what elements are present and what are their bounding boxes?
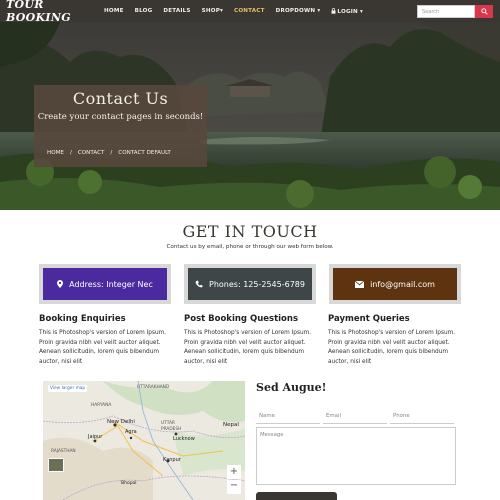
page-subtitle: Create your contact pages in seconds! xyxy=(37,112,204,122)
map-label: Jaipur xyxy=(88,434,103,440)
phone-card: Phones: 125-2545-6789 xyxy=(184,264,316,304)
email-placeholder: Email xyxy=(326,413,341,419)
column-text: This is Photoshop's version of Lorem Ips… xyxy=(328,330,456,365)
email-field[interactable]: Email xyxy=(323,408,387,424)
name-field[interactable]: Name xyxy=(256,408,320,424)
lock-icon xyxy=(331,7,336,14)
plus-icon: + xyxy=(229,466,239,477)
message-placeholder: Message xyxy=(260,432,284,438)
phone-placeholder: Phone xyxy=(393,413,410,419)
breadcrumb-separator-icon: / xyxy=(110,150,113,156)
map-graphic xyxy=(43,381,245,500)
map-label: Kanpur xyxy=(163,457,181,463)
map-label: Agra xyxy=(125,429,137,435)
address-text: Address: Integer Nec xyxy=(69,279,153,289)
breadcrumb-home[interactable]: HOME xyxy=(47,150,64,156)
email-text[interactable]: info@gmail.com xyxy=(370,280,435,289)
top-navbar: TOUR BOOKING HOME BLOG DETAILS SHOP▾ CON… xyxy=(0,0,500,24)
map-label: Bhopal xyxy=(121,481,137,486)
zoom-in-button[interactable]: + xyxy=(227,465,241,479)
breadcrumb-current: CONTACT DEFAULT xyxy=(118,150,171,156)
map-label: HARYANA xyxy=(91,403,112,408)
menu-item-login[interactable]: LOGIN ▾ xyxy=(331,7,364,15)
satellite-toggle[interactable] xyxy=(48,458,64,472)
page-title: Contact Us xyxy=(72,89,169,108)
envelope-icon xyxy=(355,280,365,288)
menu-item-shop[interactable]: SHOP▾ xyxy=(202,8,223,14)
map-label: Lucknow xyxy=(173,436,195,442)
map-marker-icon xyxy=(57,280,64,288)
phone-text: Phones: 125-2545-6789 xyxy=(209,279,305,289)
breadcrumb-contact[interactable]: CONTACT xyxy=(78,150,105,156)
search-icon xyxy=(480,8,488,15)
search-placeholder: Search xyxy=(422,9,440,15)
post-booking-column: Post Booking Questions This is Photoshop… xyxy=(184,314,324,367)
phone-icon xyxy=(195,280,203,288)
login-label: LOGIN ▾ xyxy=(337,8,364,15)
column-text: This is Photoshop's version of Lorem Ips… xyxy=(39,330,167,365)
address-card: Address: Integer Nec xyxy=(39,264,171,304)
column-heading: Post Booking Questions xyxy=(184,314,298,324)
payment-queries-column: Payment Queries This is Photoshop's vers… xyxy=(328,314,468,367)
brand-logo[interactable]: TOUR BOOKING xyxy=(6,0,104,24)
menu-item-home[interactable]: HOME xyxy=(104,8,124,14)
phone-field[interactable]: Phone xyxy=(390,408,454,424)
section-subtitle: Contact us by email, phone or through ou… xyxy=(166,244,334,250)
search-input[interactable]: Search xyxy=(417,5,475,18)
menu-item-contact[interactable]: CONTACT xyxy=(234,8,265,14)
main-menu: HOME BLOG DETAILS SHOP▾ CONTACT DROPDOWN… xyxy=(104,7,374,15)
name-placeholder: Name xyxy=(259,413,275,419)
embedded-map[interactable]: View larger map UTTARAKHAND HARYANA New … xyxy=(43,381,245,500)
column-heading: Booking Enquiries xyxy=(39,314,126,324)
email-card: info@gmail.com xyxy=(329,264,461,304)
map-label: New Delhi xyxy=(107,419,135,425)
hero-caption-box: Contact Us Create your contact pages in … xyxy=(34,85,207,167)
form-title: Sed Augue! xyxy=(256,381,327,394)
column-text: This is Photoshop's version of Lorem Ips… xyxy=(184,330,312,365)
menu-item-blog[interactable]: BLOG xyxy=(135,8,153,14)
column-heading: Payment Queries xyxy=(328,314,410,324)
menu-item-details[interactable]: DETAILS xyxy=(163,8,190,14)
map-label: UTTARAKHAND xyxy=(137,385,170,390)
minus-icon: − xyxy=(229,480,239,491)
map-label: Nepal xyxy=(223,422,239,428)
breadcrumb: HOME / CONTACT / CONTACT DEFAULT xyxy=(47,150,171,156)
send-message-button[interactable] xyxy=(256,492,337,500)
booking-enquiries-column: Booking Enquiries This is Photoshop's ve… xyxy=(39,314,179,367)
message-textarea[interactable]: Message xyxy=(256,427,456,485)
map-label: UTTAR PRADESH xyxy=(161,421,182,432)
breadcrumb-separator-icon: / xyxy=(69,150,72,156)
section-title: GET IN TOUCH xyxy=(182,222,318,241)
hero-banner: Contact Us Create your contact pages in … xyxy=(0,22,500,210)
zoom-out-button[interactable]: − xyxy=(227,480,241,494)
menu-item-dropdown[interactable]: DROPDOWN ▾ xyxy=(276,8,321,14)
map-label: RAJASTHAN xyxy=(51,449,76,454)
search-button[interactable] xyxy=(475,5,493,18)
view-larger-map-link[interactable]: View larger map xyxy=(48,385,88,392)
